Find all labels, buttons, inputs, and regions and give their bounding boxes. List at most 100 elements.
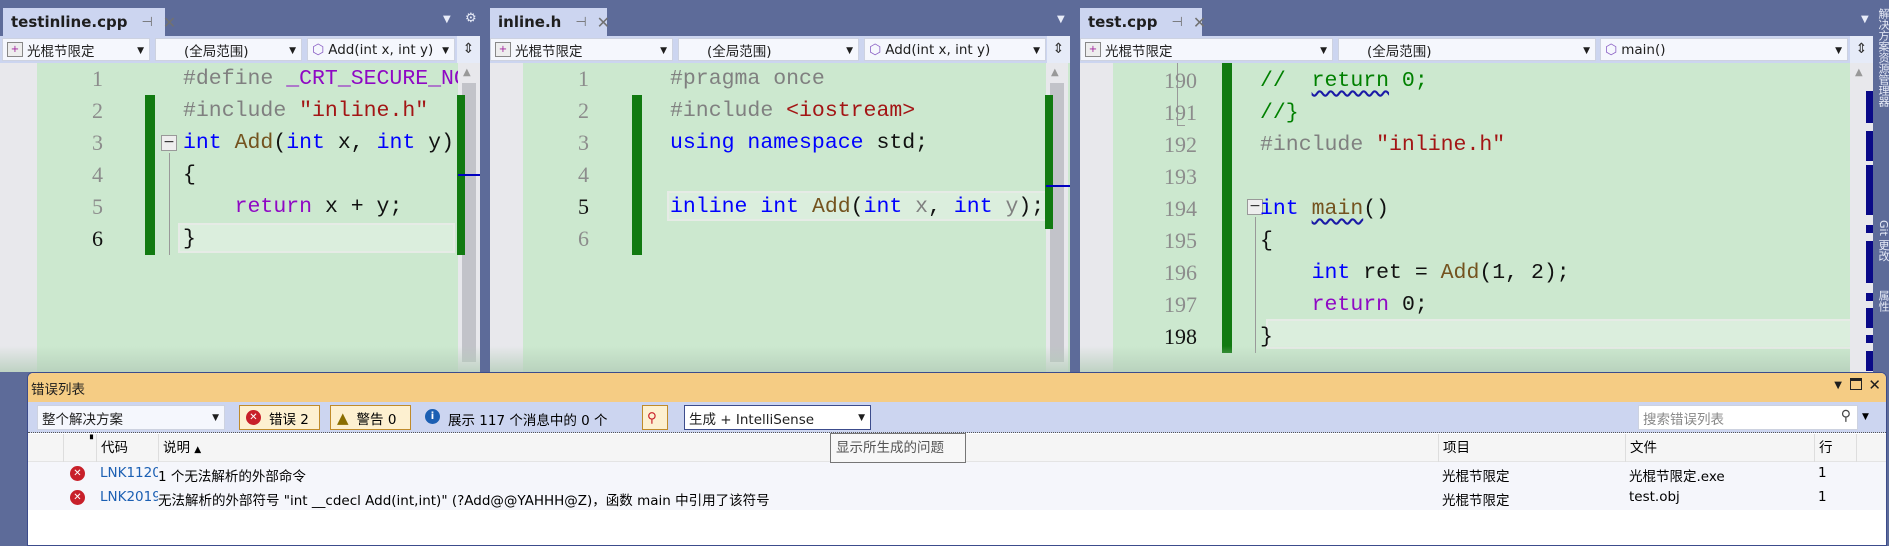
split-window-icon[interactable]: ⇕ [1047, 36, 1070, 63]
window-menu-icon[interactable]: ▼ [1834, 380, 1842, 391]
code-line[interactable]: #include <iostream> [670, 95, 915, 127]
code-line[interactable]: int ret = Add(1, 2); [1260, 257, 1570, 289]
scope-dropdown[interactable]: (全局范围) ▼ [1338, 38, 1596, 61]
project-dropdown[interactable]: + 光棍节限定 ▼ [490, 38, 673, 61]
build-filter-dropdown[interactable]: 生成 + IntelliSense ▼ [684, 405, 871, 430]
code-token: ″inline.h″ [1376, 133, 1506, 157]
error-line: 1 [1818, 465, 1827, 481]
code-editor[interactable]: − #define _CRT_SECURE_NO_WARNINGS#includ… [0, 63, 480, 372]
side-tab-solution-explorer[interactable]: 解决方案资源管理器 [1875, 8, 1889, 107]
code-token: using [670, 131, 748, 155]
code-line[interactable]: #include ″inline.h″ [1260, 129, 1505, 161]
code-line[interactable]: // return 0; [1260, 65, 1428, 97]
scope-label: (全局范围) [184, 43, 249, 60]
code-line[interactable]: #pragma once [670, 63, 825, 95]
code-line[interactable]: using namespace std; [670, 127, 928, 159]
tab-dropdown-icon[interactable]: ▼ [1057, 14, 1065, 25]
split-window-icon[interactable]: ⇕ [1850, 36, 1873, 63]
vertical-scrollbar[interactable]: ▲ [457, 63, 480, 372]
project-dropdown[interactable]: + 光棍节限定 ▼ [1080, 38, 1333, 61]
gear-icon[interactable]: ⚙ [465, 11, 477, 26]
code-token: (1, 2); [1479, 261, 1570, 285]
line-number: 6 [92, 226, 103, 251]
code-token: ); [1018, 195, 1045, 219]
error-code[interactable]: LNK2019 [100, 489, 158, 505]
navigation-bar: + 光棍节限定 ▼ (全局范围) ▼ ⬡ Add(int x, int y) ▼ ⇕ [0, 36, 480, 63]
side-tab-git-changes[interactable]: Git 更改 [1875, 220, 1889, 261]
column-chooser-icon[interactable]: ▝ [63, 434, 96, 462]
chevron-down-icon: ▼ [846, 46, 853, 56]
column-project[interactable]: 项目 [1438, 434, 1625, 462]
error-code[interactable]: LNK1120 [100, 465, 158, 481]
pin-icon[interactable]: ⊣ [575, 15, 586, 30]
tab-inline-h[interactable]: inline.h ⊣ ✕ [490, 8, 610, 36]
filter-icon[interactable]: ⚲ [642, 405, 668, 430]
code-line[interactable]: } [183, 223, 196, 255]
error-row[interactable]: ✕ LNK1120 1 个无法解析的外部命令 光棍节限定 光棍节限定.exe 1 [28, 462, 1886, 486]
close-icon[interactable]: ✕ [1193, 13, 1206, 32]
error-marker [1866, 293, 1873, 301]
project-dropdown[interactable]: + 光棍节限定 ▼ [2, 38, 150, 61]
code-token: ( [850, 195, 864, 219]
vertical-scrollbar[interactable]: ▲ [1045, 63, 1068, 372]
code-line[interactable]: { [183, 159, 196, 191]
collapse-icon[interactable]: − [161, 135, 177, 151]
code-line[interactable]: inline int Add(int x, int y); [670, 191, 1044, 223]
project-label: 光棍节限定 [1105, 43, 1173, 60]
build-filter-label: 生成 + IntelliSense [689, 411, 815, 428]
code-editor[interactable]: − // return 0;//} #include ″inline.h″ int … [1080, 63, 1873, 372]
code-token: #pragma once [670, 67, 825, 91]
code-line[interactable]: return x + y; [183, 191, 403, 223]
warnings-filter-button[interactable]: ▲ 警告 0 [330, 405, 411, 430]
tab-testinline-cpp[interactable]: testinline.cpp ⊣ ✕ [3, 8, 176, 36]
code-line[interactable]: #include ″inline.h″ [183, 95, 428, 127]
column-file[interactable]: 文件 [1625, 434, 1814, 462]
tab-dropdown-icon[interactable]: ▼ [1861, 14, 1869, 25]
tab-dropdown-icon[interactable]: ▼ [443, 14, 451, 25]
member-dropdown[interactable]: ⬡ Add(int x, int y) ▼ [307, 38, 455, 61]
close-icon[interactable]: ✕ [597, 13, 610, 32]
code-line[interactable]: return 0; [1260, 289, 1428, 321]
cube-icon: ⬡ [312, 41, 325, 58]
side-tab-properties[interactable]: 属性 [1875, 290, 1889, 312]
messages-filter-button[interactable]: i 展示 117 个消息中的 0 个 [425, 409, 608, 429]
close-icon[interactable]: ✕ [1868, 376, 1881, 394]
pin-icon[interactable]: ⊣ [1172, 15, 1183, 30]
tab-test-cpp[interactable]: test.cpp ⊣ ✕ [1080, 8, 1206, 36]
scope-dropdown[interactable]: (全局范围) ▼ [678, 38, 859, 61]
vertical-scrollbar[interactable]: ▲ [1850, 63, 1873, 372]
errors-filter-button[interactable]: ✕ 错误 2 [239, 405, 320, 430]
code-line[interactable]: //} [1260, 97, 1299, 129]
column-code[interactable]: 代码 [96, 434, 158, 462]
error-marker [1866, 351, 1873, 371]
error-marker [1866, 131, 1873, 161]
code-token: x + y; [324, 195, 403, 219]
fade [0, 346, 480, 372]
code-token: , [350, 131, 377, 155]
code-line[interactable]: #define _CRT_SECURE_NO_WARNINGS [183, 63, 480, 95]
search-options-icon[interactable]: ▼ [1862, 412, 1869, 422]
cube-icon: ⬡ [869, 41, 882, 58]
error-project: 光棍节限定 [1442, 469, 1510, 485]
search-input[interactable]: 搜索错误列表 ⚲ [1638, 405, 1858, 430]
line-number: 3 [92, 130, 103, 155]
close-icon[interactable]: ✕ [163, 13, 176, 32]
code-editor[interactable]: #pragma once #include <iostream> using nam… [490, 63, 1070, 372]
maximize-icon[interactable] [1850, 378, 1862, 390]
column-line[interactable]: 行 [1814, 434, 1857, 462]
code-line[interactable]: int main() [1260, 193, 1389, 225]
member-dropdown[interactable]: ⬡ main() ▼ [1600, 38, 1848, 61]
scope-filter-dropdown[interactable]: 整个解决方案 ▼ [37, 405, 225, 430]
code-line[interactable]: int Add(int x, int y) [183, 127, 454, 159]
scope-dropdown[interactable]: (全局范围) ▼ [155, 38, 302, 61]
code-line[interactable]: { [1260, 225, 1273, 257]
code-token: int [1311, 261, 1364, 285]
split-window-icon[interactable]: ⇕ [457, 36, 480, 63]
code-token: ( [273, 131, 287, 155]
code-token: ″inline.h″ [299, 99, 429, 123]
error-row[interactable]: ✕ LNK2019 无法解析的外部符号 "int __cdecl Add(int… [28, 486, 1886, 510]
column-description[interactable]: 说明 ▲ [158, 434, 1438, 462]
member-dropdown[interactable]: ⬡ Add(int x, int y) ▼ [864, 38, 1046, 61]
pin-icon[interactable]: ⊣ [141, 15, 152, 30]
warnings-count: 警告 0 [356, 411, 397, 428]
